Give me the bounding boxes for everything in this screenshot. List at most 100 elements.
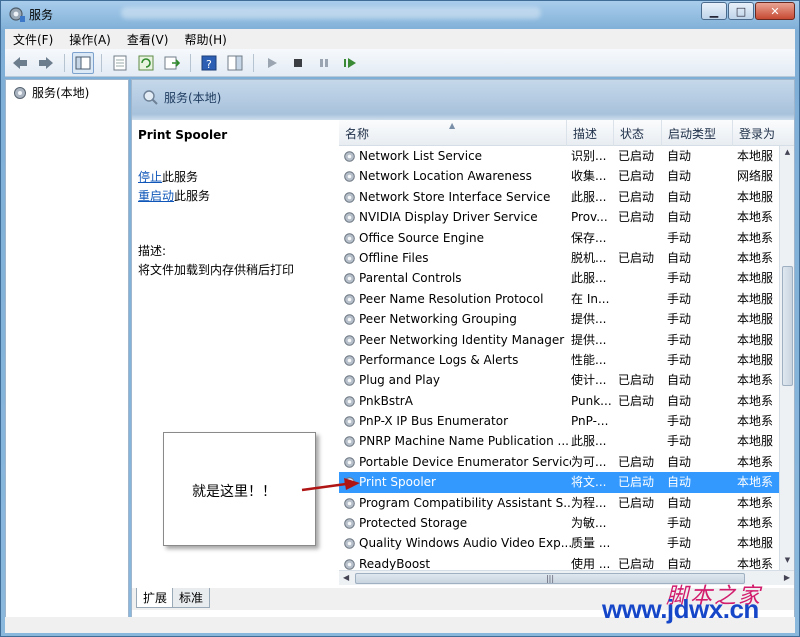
restart-service-link[interactable]: 重启动 bbox=[138, 189, 174, 203]
table-row[interactable]: Network Store Interface Service 此服... 已启动自… bbox=[339, 187, 779, 207]
cell-name: Peer Networking Grouping bbox=[359, 312, 517, 327]
restart-service-suffix: 此服务 bbox=[174, 189, 211, 203]
service-gear-icon bbox=[344, 457, 355, 468]
service-gear-icon bbox=[344, 253, 355, 264]
cell-name: Quality Windows Audio Video Exp... bbox=[359, 536, 571, 551]
menu-bar: 文件(F) 操作(A) 查看(V) 帮助(H) bbox=[5, 29, 795, 49]
sort-ascending-icon: ▲ bbox=[449, 121, 456, 130]
pane-header: 服务(本地) bbox=[132, 80, 794, 114]
table-row[interactable]: Program Compatibility Assistant S... 为程..… bbox=[339, 493, 779, 513]
cell-status bbox=[618, 431, 662, 451]
table-row[interactable]: ReadyBoost 使用 ... 已启动 自动 本地系 bbox=[339, 554, 779, 570]
scroll-left-icon[interactable]: ◀ bbox=[343, 573, 349, 582]
table-row[interactable]: NVIDIA Display Driver Service Prov... 已启动自… bbox=[339, 207, 779, 227]
table-row[interactable]: Office Source Engine 保存... 手动 本地系 bbox=[339, 228, 779, 248]
toolbar-separator bbox=[253, 53, 254, 72]
forward-button[interactable] bbox=[35, 52, 57, 74]
column-header-logon-as[interactable]: 登录为 bbox=[733, 120, 794, 146]
show-action-pane-button[interactable] bbox=[224, 52, 246, 74]
back-arrow-icon bbox=[13, 56, 27, 69]
table-row[interactable]: Plug and Play 使计... 已启动 自动 本地系 bbox=[339, 370, 779, 390]
cell-startup-type: 自动 bbox=[667, 169, 692, 184]
table-row[interactable]: Peer Networking Identity Manager 提供... 手动 本… bbox=[339, 330, 779, 350]
menu-action[interactable]: 操作(A) bbox=[61, 31, 119, 48]
cell-logon-as: 本地服 bbox=[737, 332, 774, 347]
table-row[interactable]: Protected Storage 为敏... 手动 本地系 bbox=[339, 513, 779, 533]
table-row[interactable]: PNRP Machine Name Publication ... 此服... 手动… bbox=[339, 431, 779, 451]
cell-startup-type: 自动 bbox=[667, 189, 692, 204]
menu-help[interactable]: 帮助(H) bbox=[176, 31, 234, 48]
callout-text: 就是这里！！ bbox=[192, 484, 276, 500]
close-button[interactable]: ✕ bbox=[755, 2, 795, 20]
stop-service-suffix: 此服务 bbox=[162, 170, 199, 184]
refresh-button[interactable] bbox=[135, 52, 157, 74]
title-bar[interactable]: 服务 ▁ □ ✕ bbox=[1, 1, 799, 27]
cell-description: 性能... bbox=[571, 352, 607, 367]
cell-logon-as: 本地系 bbox=[737, 516, 774, 531]
vertical-scrollbar[interactable]: ▲ ▼ bbox=[779, 146, 794, 570]
table-row[interactable]: Print Spooler 将文... 已启动 自动 本地系 bbox=[339, 472, 779, 493]
minimize-button[interactable]: ▁ bbox=[701, 2, 727, 20]
toolbar-separator bbox=[101, 53, 102, 72]
menu-view[interactable]: 查看(V) bbox=[119, 31, 177, 48]
vertical-scroll-thumb[interactable] bbox=[782, 266, 793, 386]
cell-startup-type: 自动 bbox=[667, 475, 692, 490]
stop-service-link[interactable]: 停止 bbox=[138, 170, 162, 184]
cell-description: 为程... bbox=[571, 495, 607, 510]
service-gear-icon bbox=[344, 559, 355, 570]
table-row[interactable]: Offline Files 脱机... 已启动 自动 本地系 bbox=[339, 248, 779, 268]
cell-startup-type: 手动 bbox=[667, 332, 692, 347]
table-row[interactable]: Peer Name Resolution Protocol 在 In... 手动 本地… bbox=[339, 289, 779, 309]
play-icon bbox=[268, 57, 277, 68]
cell-description: 收集... bbox=[571, 169, 607, 184]
export-list-button[interactable] bbox=[161, 52, 183, 74]
service-gear-icon bbox=[344, 355, 355, 366]
cell-description: 为可... bbox=[571, 454, 607, 469]
services-window: 服务 ▁ □ ✕ 文件(F) 操作(A) 查看(V) 帮助(H) ? 服务(本地… bbox=[0, 0, 800, 637]
table-row[interactable]: Peer Networking Grouping 提供... 手动 本地服 bbox=[339, 309, 779, 329]
show-hide-console-tree-button[interactable] bbox=[72, 51, 94, 74]
cell-name: PnP-X IP Bus Enumerator bbox=[359, 414, 508, 429]
table-row[interactable]: PnkBstrA Punk... 已启动 自动 本地系 bbox=[339, 391, 779, 411]
cell-status bbox=[618, 309, 662, 329]
title-path-blurred bbox=[121, 7, 541, 19]
stop-service-button[interactable] bbox=[287, 52, 309, 74]
tab-standard[interactable]: 标准 bbox=[172, 588, 211, 608]
scroll-up-icon[interactable]: ▲ bbox=[782, 148, 793, 160]
table-row[interactable]: Portable Device Enumerator Service 为可... 已… bbox=[339, 452, 779, 472]
column-header-status[interactable]: 状态 bbox=[614, 120, 662, 146]
cell-logon-as: 本地服 bbox=[737, 434, 774, 449]
list-header: 名称 ▲ 描述 状态 启动类型 登录为 bbox=[339, 120, 794, 146]
properties-button[interactable] bbox=[109, 52, 131, 74]
scroll-down-icon[interactable]: ▼ bbox=[782, 556, 793, 568]
pause-service-button[interactable] bbox=[313, 52, 335, 74]
stop-service-line: 停止此服务 bbox=[138, 168, 198, 185]
restart-service-button[interactable] bbox=[339, 52, 361, 74]
table-row[interactable]: Quality Windows Audio Video Exp... 质量 ...… bbox=[339, 533, 779, 553]
service-gear-icon bbox=[344, 375, 355, 387]
console-tree: 服务(本地) bbox=[5, 79, 129, 629]
maximize-button[interactable]: □ bbox=[728, 2, 754, 20]
tab-extended[interactable]: 扩展 bbox=[136, 588, 175, 608]
table-row[interactable]: Performance Logs & Alerts 性能... 手动 本地服 bbox=[339, 350, 779, 370]
table-row[interactable]: Network List Service 识别... 已启动 自动 本地服 bbox=[339, 146, 779, 166]
table-row[interactable]: PnP-X IP Bus Enumerator PnP-... 手动 本地系 bbox=[339, 411, 779, 431]
start-service-button[interactable] bbox=[261, 52, 283, 74]
selected-service-name: Print Spooler bbox=[138, 128, 228, 142]
cell-startup-type: 自动 bbox=[667, 556, 692, 570]
restart-service-line: 重启动此服务 bbox=[138, 187, 210, 204]
table-row[interactable]: Network Location Awareness 收集... 已启动 自动 网络服 bbox=[339, 166, 779, 186]
help-button[interactable]: ? bbox=[198, 52, 220, 74]
table-row[interactable]: Parental Controls 此服... 手动 本地服 bbox=[339, 268, 779, 288]
cell-description: 为敏... bbox=[571, 516, 607, 531]
service-gear-icon bbox=[344, 212, 355, 223]
cell-name: Network List Service bbox=[359, 149, 483, 163]
tree-item-services-local[interactable]: 服务(本地) bbox=[12, 84, 89, 101]
column-desc-label: 描述 bbox=[573, 126, 598, 141]
column-header-startup-type[interactable]: 启动类型 bbox=[662, 120, 733, 146]
menu-file[interactable]: 文件(F) bbox=[5, 31, 61, 48]
column-header-name[interactable]: 名称 ▲ bbox=[339, 120, 567, 146]
column-header-description[interactable]: 描述 bbox=[567, 120, 614, 146]
cell-logon-as: 本地系 bbox=[737, 556, 774, 570]
back-button[interactable] bbox=[9, 52, 31, 74]
